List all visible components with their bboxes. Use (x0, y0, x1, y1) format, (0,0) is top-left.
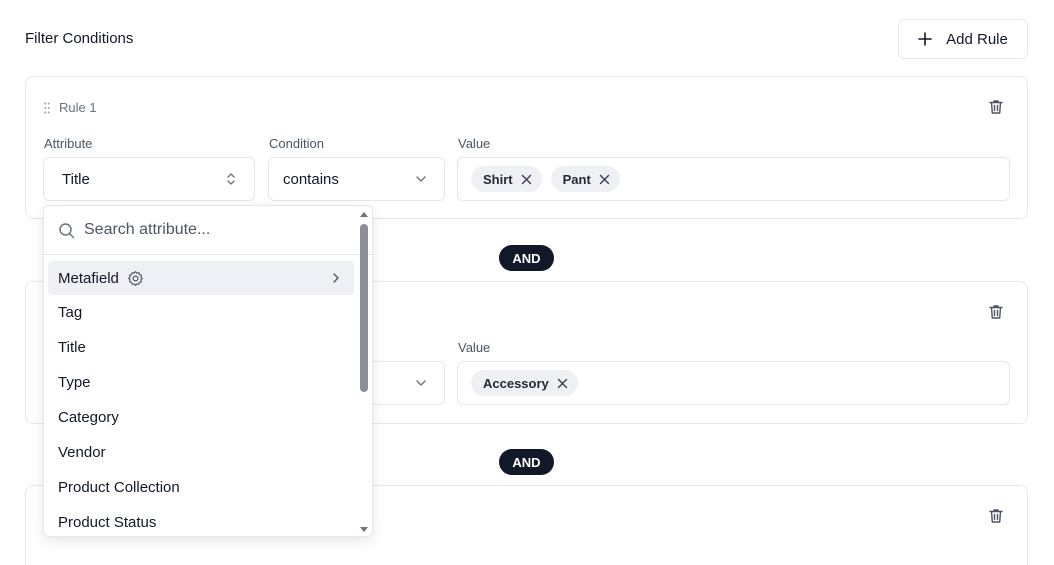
option-product-status[interactable]: Product Status (48, 505, 354, 536)
chevrons-up-down-icon (227, 173, 235, 185)
option-tag[interactable]: Tag (48, 295, 354, 330)
search-input[interactable] (84, 221, 334, 239)
attribute-select-value: Title (62, 170, 90, 188)
plus-icon (918, 32, 932, 46)
scroll-down-arrow-icon[interactable] (359, 526, 369, 534)
option-category[interactable]: Category (48, 400, 354, 435)
condition-label: Condition (269, 136, 324, 151)
value-chip: Shirt (471, 166, 542, 192)
and-connector: AND (499, 245, 554, 271)
attribute-label: Attribute (44, 136, 93, 151)
option-title[interactable]: Title (48, 330, 354, 365)
page-title: Filter Conditions (25, 30, 134, 47)
condition-select[interactable]: contains (268, 157, 445, 201)
chevron-down-icon (416, 176, 426, 182)
chevron-down-icon (416, 380, 426, 386)
chip-label: Pant (562, 171, 591, 187)
drag-handle-icon[interactable] (44, 102, 50, 114)
scrollbar-thumb[interactable] (360, 224, 368, 392)
value-chip: Pant (550, 166, 620, 192)
attribute-search (44, 206, 372, 255)
scroll-up-arrow-icon[interactable] (359, 210, 369, 218)
remove-icon[interactable] (521, 174, 532, 185)
add-rule-button[interactable]: Add Rule (898, 19, 1028, 59)
attribute-options: Metafield Tag Title Type Category Vendor… (48, 261, 354, 536)
value-label: Value (458, 136, 491, 151)
search-icon (59, 222, 75, 238)
gear-icon (127, 270, 143, 286)
chip-label: Accessory (483, 375, 549, 391)
chevron-right-icon (333, 273, 339, 283)
trash-icon[interactable] (987, 507, 1005, 525)
trash-icon[interactable] (987, 98, 1005, 116)
option-metafield[interactable]: Metafield (48, 261, 354, 295)
value-input[interactable]: Accessory (457, 361, 1010, 405)
attribute-dropdown: Metafield Tag Title Type Category Vendor… (43, 205, 373, 537)
condition-select-value: contains (283, 170, 339, 188)
rule-card-1: Rule 1 Attribute Condition Value Title c… (25, 76, 1028, 219)
value-chip: Accessory (471, 370, 578, 396)
dropdown-scrollbar[interactable] (358, 210, 370, 534)
option-label: Metafield (58, 269, 119, 287)
option-product-collection[interactable]: Product Collection (48, 470, 354, 505)
option-vendor[interactable]: Vendor (48, 435, 354, 470)
option-type[interactable]: Type (48, 365, 354, 400)
rule-name: Rule 1 (59, 100, 97, 115)
attribute-select[interactable]: Title (43, 157, 255, 201)
chip-label: Shirt (483, 171, 513, 187)
value-label: Value (458, 340, 491, 355)
trash-icon[interactable] (987, 303, 1005, 321)
add-rule-label: Add Rule (946, 30, 1008, 48)
remove-icon[interactable] (557, 378, 568, 389)
remove-icon[interactable] (599, 174, 610, 185)
and-connector: AND (499, 449, 554, 475)
value-input[interactable]: Shirt Pant (457, 157, 1010, 201)
